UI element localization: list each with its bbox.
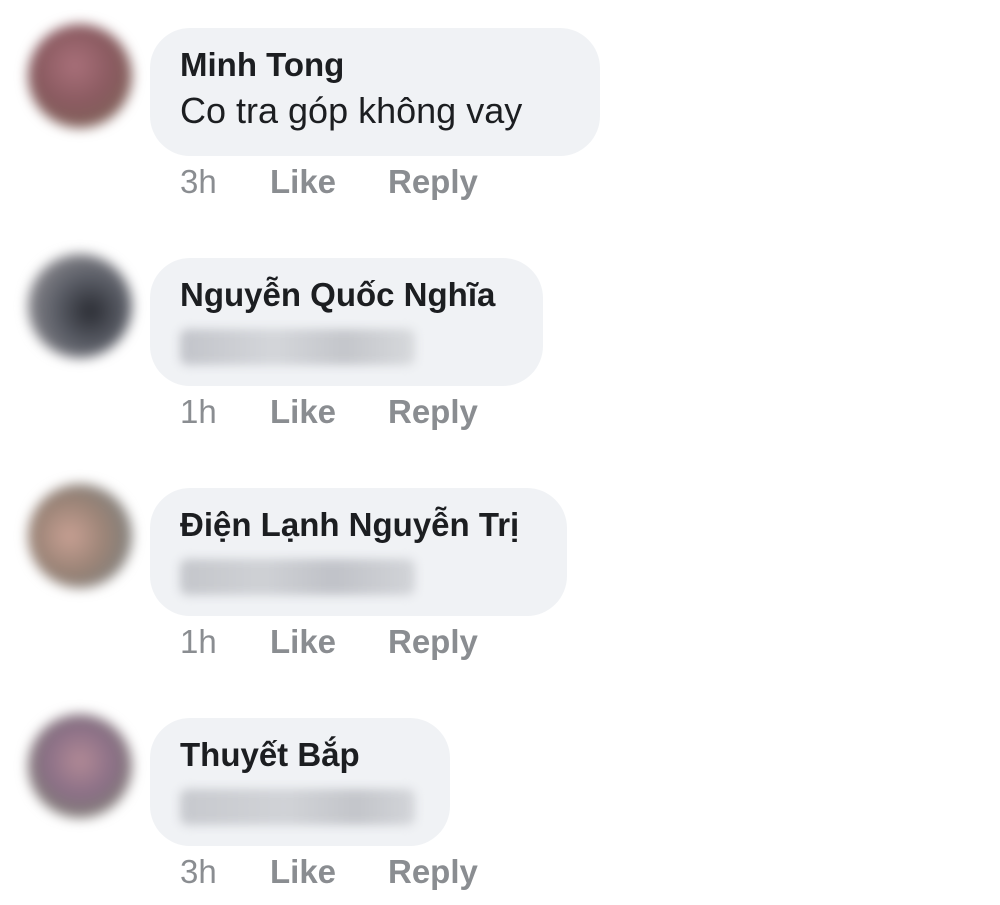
like-button[interactable]: Like (270, 390, 388, 434)
comment-author[interactable]: Thuyết Bắp (180, 735, 420, 775)
comment-item: Thuyết Bắp 3h Like Reply (0, 690, 1000, 905)
comment-author[interactable]: Điện Lạnh Nguyễn Trị (180, 505, 537, 545)
comment-bubble: Nguyễn Quốc Nghĩa (150, 258, 543, 386)
comment-item: Nguyễn Quốc Nghĩa 1h Like Reply (0, 230, 1000, 445)
comment-actions: 1h Like Reply (180, 620, 478, 664)
comment-timestamp[interactable]: 1h (180, 620, 270, 664)
comment-actions: 1h Like Reply (180, 390, 478, 434)
like-button[interactable]: Like (270, 620, 388, 664)
comment-timestamp[interactable]: 1h (180, 390, 270, 434)
comment-text: Co tra góp không vay (180, 90, 523, 131)
like-button[interactable]: Like (270, 160, 388, 204)
comment-bubble: Minh Tong Co tra góp không vay (150, 28, 600, 156)
like-button[interactable]: Like (270, 850, 388, 894)
redacted-comment-text (180, 559, 415, 595)
avatar[interactable] (28, 484, 132, 588)
comment-actions: 3h Like Reply (180, 160, 478, 204)
redacted-comment-text (180, 329, 415, 365)
avatar[interactable] (28, 24, 132, 128)
comment-timestamp[interactable]: 3h (180, 850, 270, 894)
comment-item: Minh Tong Co tra góp không vay 3h Like Rep… (0, 0, 1000, 215)
comment-author[interactable]: Minh Tong (180, 45, 570, 85)
reply-button[interactable]: Reply (388, 620, 478, 664)
comment-bubble: Thuyết Bắp (150, 718, 450, 846)
comment-timestamp[interactable]: 3h (180, 160, 270, 204)
comment-actions: 3h Like Reply (180, 850, 478, 894)
comment-author[interactable]: Nguyễn Quốc Nghĩa (180, 275, 513, 315)
redacted-comment-text (180, 789, 415, 825)
reply-button[interactable]: Reply (388, 160, 478, 204)
avatar[interactable] (28, 714, 132, 818)
reply-button[interactable]: Reply (388, 390, 478, 434)
avatar[interactable] (28, 254, 132, 358)
reply-button[interactable]: Reply (388, 850, 478, 894)
comment-bubble: Điện Lạnh Nguyễn Trị (150, 488, 567, 616)
comment-item: Điện Lạnh Nguyễn Trị 1h Like Reply (0, 460, 1000, 675)
